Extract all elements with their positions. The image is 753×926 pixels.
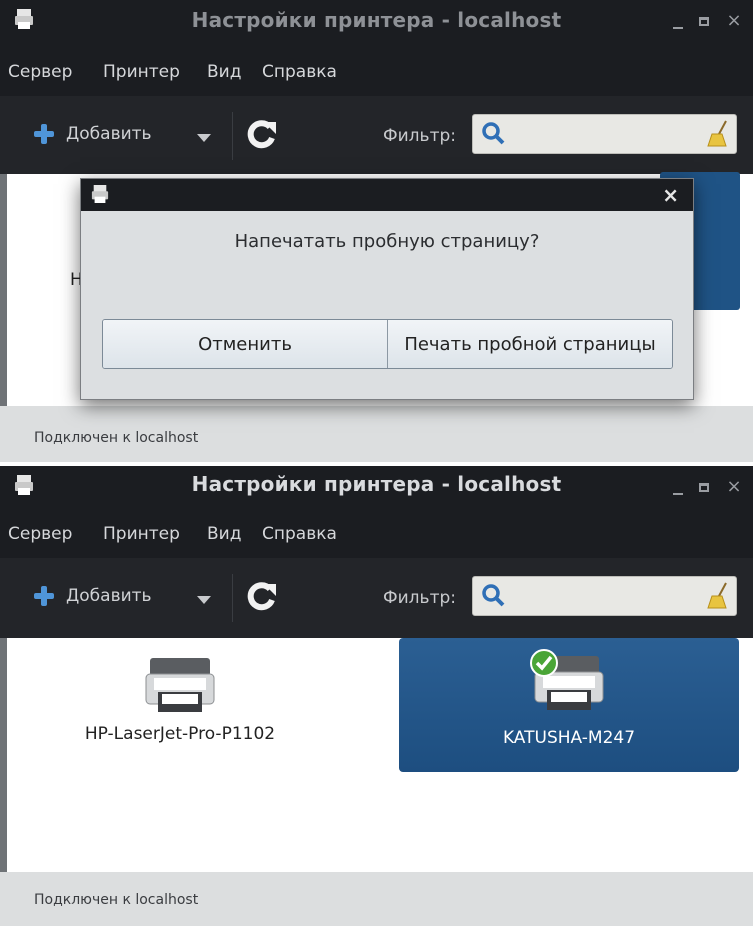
toolbar-separator [232,112,233,160]
close-button[interactable]: × [725,12,743,30]
add-label: Добавить [66,586,152,606]
status-bar: Подключен к localhost [0,872,753,926]
dialog-title-bar: × [81,179,693,211]
search-icon [482,122,505,145]
menu-printer[interactable]: Принтер [103,62,180,82]
menu-view[interactable]: Вид [207,524,241,544]
title-bar: Настройки принтера - localhost × [0,0,753,56]
cancel-button[interactable]: Отменить [103,320,388,368]
printer-settings-window-bottom: Настройки принтера - localhost × Сервер … [0,466,753,926]
test-page-dialog: × Напечатать пробную страницу? Отменить … [80,178,694,400]
maximize-button[interactable] [699,482,709,492]
menu-server[interactable]: Сервер [8,524,72,544]
default-checkmark-icon [530,649,558,677]
menu-bar: Сервер Принтер Вид Справка [0,518,753,558]
printer-item-hp-laserjet[interactable]: HP-LaserJet-Pro-P1102 [60,652,300,762]
add-label: Добавить [66,124,152,144]
plus-icon [34,124,54,144]
printer-settings-window-top: Настройки принтера - localhost × Сервер … [0,0,753,462]
toolbar: Добавить Фильтр: [0,96,753,174]
status-bar: Подключен к localhost [0,406,753,462]
left-border [0,638,7,872]
add-dropdown-arrow-icon[interactable] [197,596,211,604]
filter-label: Фильтр: [383,588,456,608]
add-button[interactable]: Добавить [34,586,152,606]
minimize-button[interactable] [673,487,683,495]
clear-broom-icon[interactable] [706,582,730,610]
add-dropdown-arrow-icon[interactable] [197,134,211,142]
toolbar: Добавить Фильтр: [0,558,753,638]
close-button[interactable]: × [725,478,743,496]
menu-printer[interactable]: Принтер [103,524,180,544]
menu-help[interactable]: Справка [262,524,337,544]
refresh-icon[interactable] [244,118,278,152]
dialog-close-button[interactable]: × [662,183,679,207]
menu-bar: Сервер Принтер Вид Справка [0,56,753,96]
menu-server[interactable]: Сервер [8,62,72,82]
printer-icon [145,658,215,712]
status-text: Подключен к localhost [34,430,199,446]
printer-name: KATUSHA-M247 [502,728,636,748]
filter-input[interactable] [472,114,737,154]
plus-icon [34,586,54,606]
printer-list-area: HP-LaserJet-Pro-P1102 KATUSHA-M247 [0,638,753,872]
window-title: Настройки принтера - localhost [191,472,562,496]
left-border [0,174,7,406]
refresh-icon[interactable] [244,580,278,614]
filter-label: Фильтр: [383,126,456,146]
printer-name: HP-LaserJet-Pro-P1102 [84,724,276,744]
clear-broom-icon[interactable] [706,120,730,148]
maximize-button[interactable] [699,16,709,26]
filter-input[interactable] [472,576,737,616]
title-bar: Настройки принтера - localhost × [0,466,753,518]
add-button[interactable]: Добавить [34,124,152,144]
toolbar-separator [232,574,233,622]
menu-view[interactable]: Вид [207,62,241,82]
menu-help[interactable]: Справка [262,62,337,82]
minimize-button[interactable] [673,21,683,29]
printer-item-katusha[interactable]: KATUSHA-M247 [399,638,739,772]
print-test-page-button[interactable]: Печать пробной страницы [388,320,672,368]
window-title: Настройки принтера - localhost [191,8,562,32]
search-icon [482,584,505,607]
dialog-question: Напечатать пробную страницу? [234,231,540,252]
printer-app-icon [91,185,109,203]
dialog-button-group: Отменить Печать пробной страницы [102,319,673,369]
status-text: Подключен к localhost [34,892,199,908]
